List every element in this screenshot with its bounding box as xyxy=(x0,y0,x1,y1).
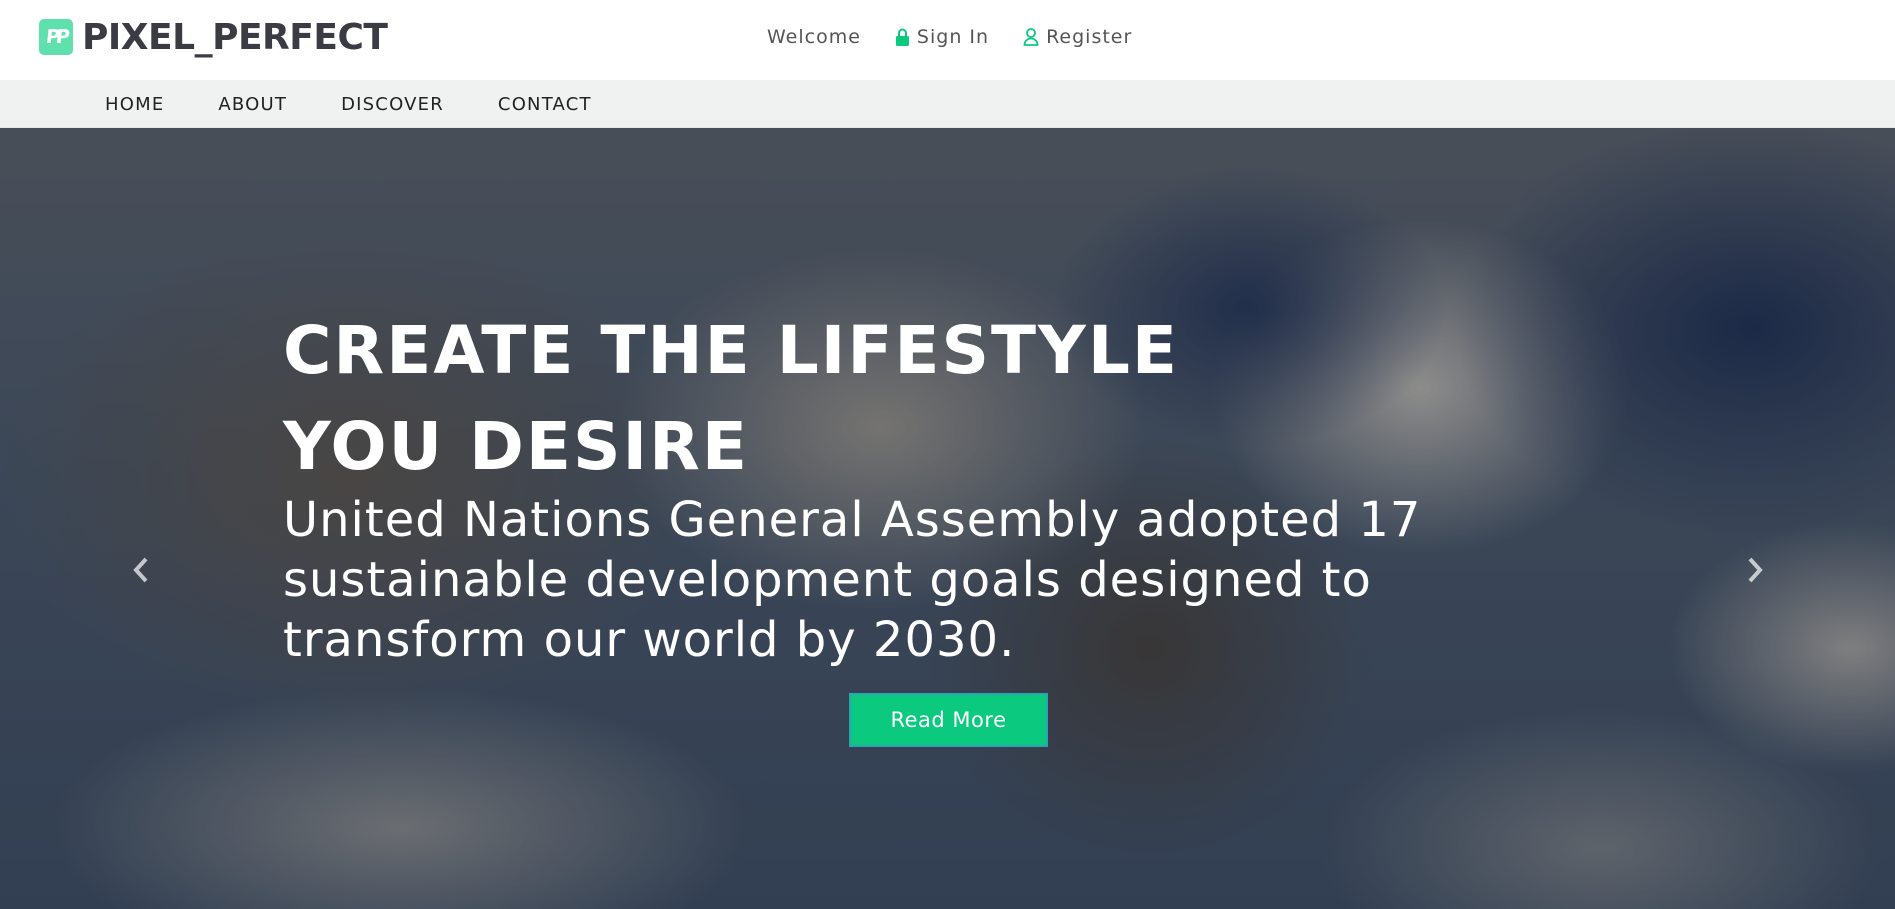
chevron-left-icon xyxy=(133,557,148,583)
main-nav: HOME ABOUT DISCOVER CONTACT xyxy=(0,80,1895,128)
hero-carousel: CREATE THE LIFESTYLE YOU DESIRE United N… xyxy=(0,128,1895,909)
welcome-link[interactable]: Welcome xyxy=(767,26,861,48)
logo-mark-icon: PP xyxy=(39,19,73,55)
logo-mark-text: PP xyxy=(44,26,68,48)
read-more-button[interactable]: Read More xyxy=(849,693,1048,747)
site-logo[interactable]: PP PIXEL_PERFECT xyxy=(39,16,388,58)
user-icon xyxy=(1023,28,1039,46)
nav-item-about[interactable]: ABOUT xyxy=(218,94,287,115)
nav-item-discover[interactable]: DISCOVER xyxy=(341,94,444,115)
read-more-label: Read More xyxy=(890,708,1007,732)
register-label: Register xyxy=(1046,26,1133,48)
hero-title-line-1: CREATE THE LIFESTYLE xyxy=(283,312,1179,389)
hero-title-line-2: YOU DESIRE xyxy=(283,408,749,485)
hero-subtitle: United Nations General Assembly adopted … xyxy=(283,492,1422,668)
main-nav-list: HOME ABOUT DISCOVER CONTACT xyxy=(105,80,646,128)
account-nav: Welcome Sign In Register xyxy=(767,23,1166,51)
chevron-right-icon xyxy=(1748,557,1763,583)
logo-text: PIXEL_PERFECT xyxy=(82,16,388,58)
carousel-next-button[interactable] xyxy=(1740,550,1770,590)
nav-item-contact[interactable]: CONTACT xyxy=(498,94,592,115)
hero-title: CREATE THE LIFESTYLE YOU DESIRE xyxy=(283,303,1283,495)
lock-icon xyxy=(895,28,909,46)
nav-item-home[interactable]: HOME xyxy=(105,94,164,115)
carousel-prev-button[interactable] xyxy=(126,550,156,590)
welcome-label: Welcome xyxy=(767,26,861,48)
top-header: PP PIXEL_PERFECT Welcome Sign In Registe… xyxy=(0,0,1895,80)
sign-in-label: Sign In xyxy=(916,26,990,48)
sign-in-link[interactable]: Sign In xyxy=(895,26,989,48)
register-link[interactable]: Register xyxy=(1023,26,1132,48)
